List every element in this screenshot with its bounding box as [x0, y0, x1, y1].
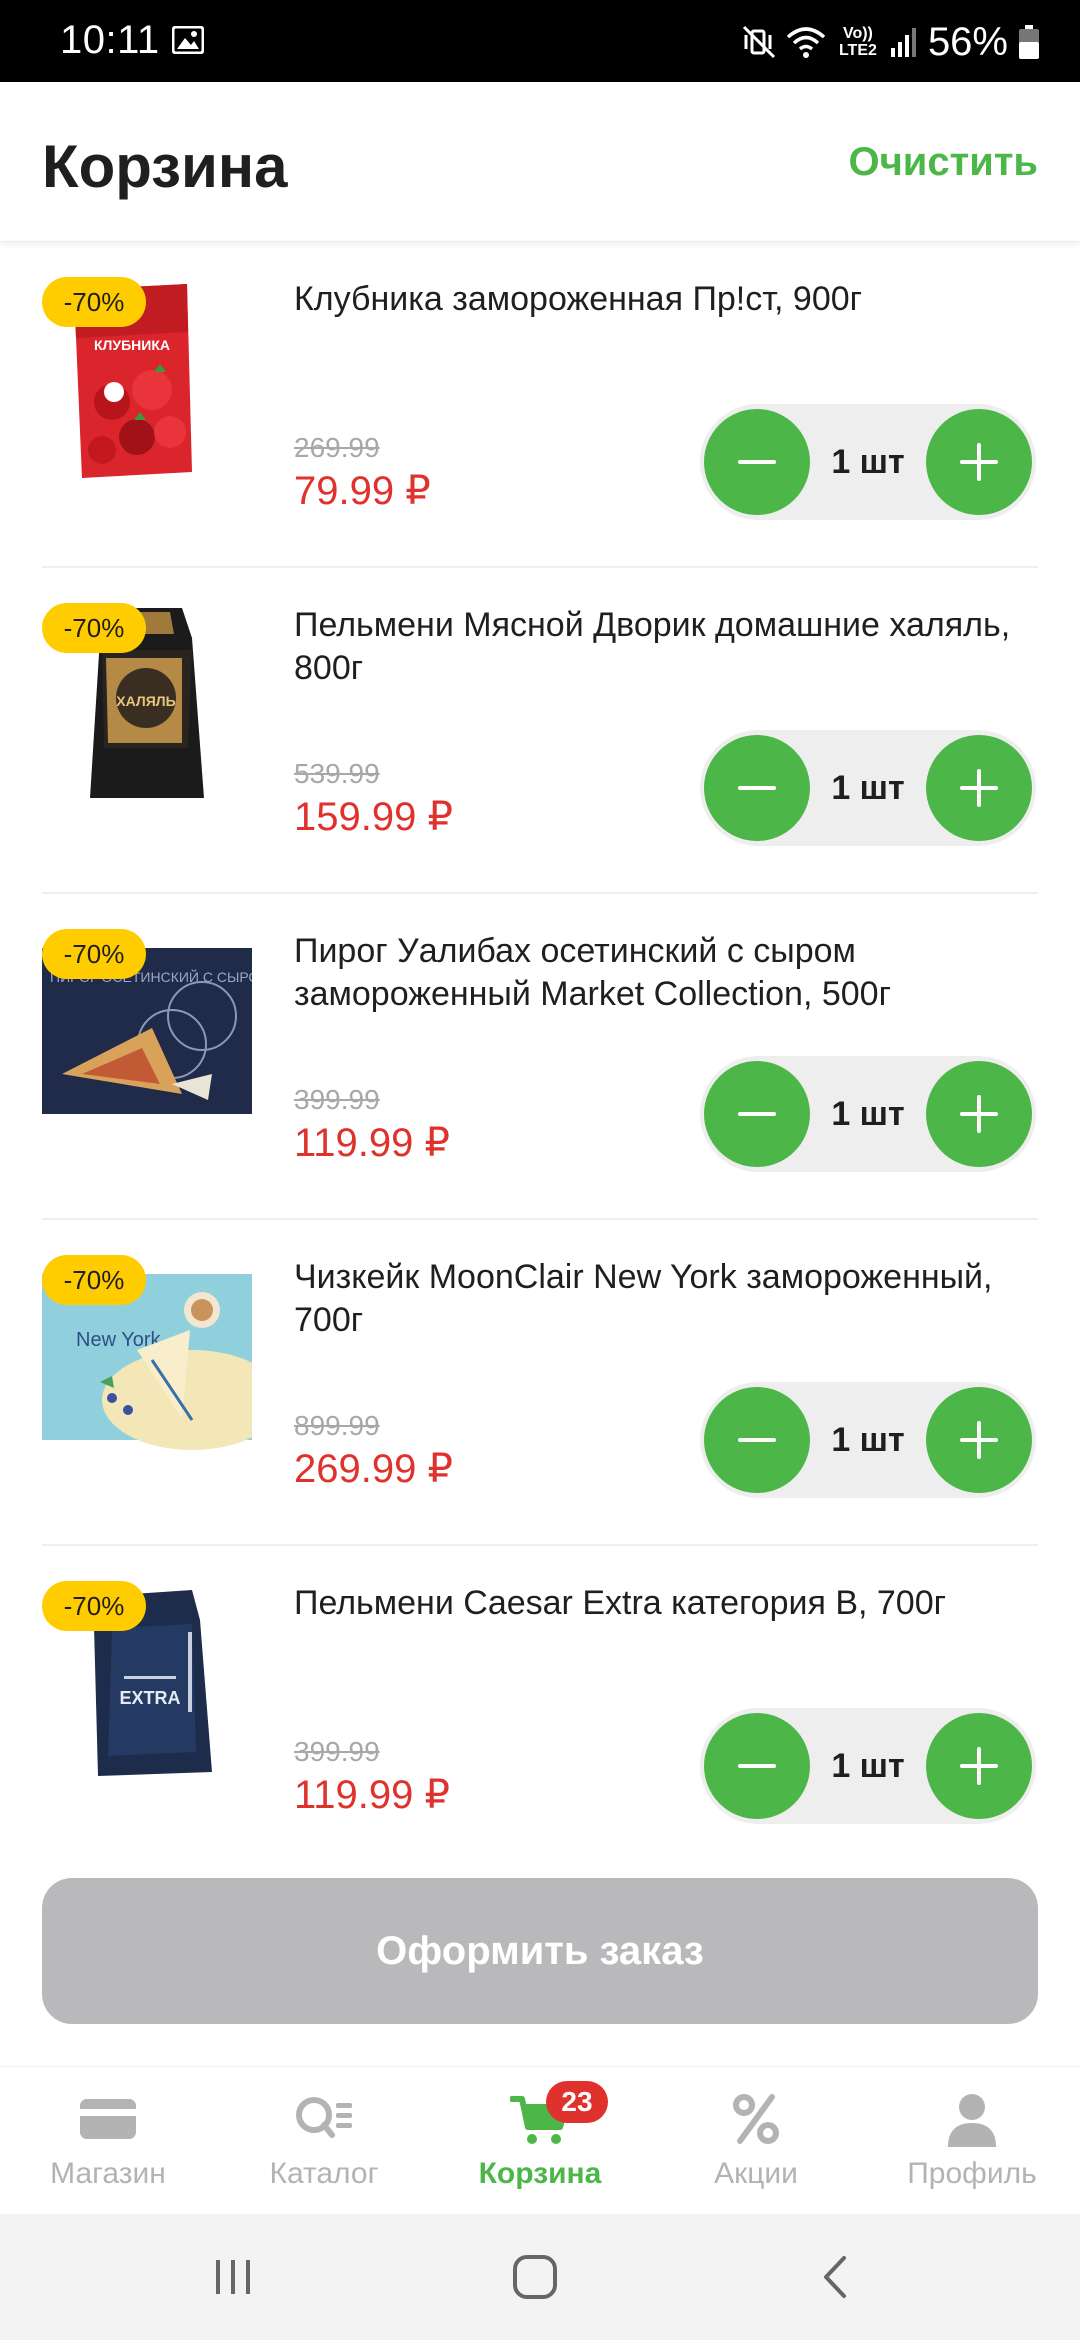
old-price: 269.99 — [294, 432, 380, 463]
old-price: 539.99 — [294, 758, 380, 789]
discount-badge: -70% — [42, 1581, 146, 1631]
increase-quantity-button[interactable] — [926, 1061, 1032, 1167]
quantity-stepper: 1 шт — [700, 1382, 1036, 1498]
cart-items-list[interactable]: КЛУБНИКА -70% Клубника замороженная Пр!с… — [0, 242, 1080, 1872]
discount-badge: -70% — [42, 277, 146, 327]
minus-icon — [738, 1764, 776, 1768]
network-type-label: Vo)) LTE2 — [838, 25, 877, 59]
cart-header: Корзина Очистить — [0, 82, 1080, 242]
cart-item[interactable]: КЛУБНИКА -70% Клубника замороженная Пр!с… — [0, 242, 1080, 568]
decrease-quantity-button[interactable] — [704, 1387, 810, 1493]
nav-label: Магазин — [50, 2157, 166, 2190]
plus-icon — [960, 769, 998, 807]
product-name[interactable]: Пельмени Мясной Дворик домашние халяль, … — [294, 604, 1034, 690]
quantity-stepper: 1 шт — [700, 404, 1036, 520]
discount-badge: -70% — [42, 1255, 146, 1305]
minus-icon — [738, 786, 776, 790]
system-navigation-bar — [0, 2214, 1080, 2340]
decrease-quantity-button[interactable] — [704, 409, 810, 515]
nav-label: Корзина — [478, 2157, 602, 2190]
nav-item-catalog[interactable]: Каталог — [216, 2067, 432, 2215]
battery-percent: 56% — [927, 19, 1008, 64]
nav-item-cart[interactable]: 23 Корзина — [432, 2067, 648, 2215]
cart-item[interactable]: ПИРОГ ОСЕТИНСКИЙ С СЫРОМ «УАЛИБАХ» -70% … — [0, 894, 1080, 1220]
plus-icon — [960, 1421, 998, 1459]
increase-quantity-button[interactable] — [926, 409, 1032, 515]
quantity-value: 1 шт — [831, 768, 905, 807]
old-price: 899.99 — [294, 1410, 380, 1441]
cart-item[interactable]: EXTRA -70% Пельмени Caesar Extra категор… — [0, 1546, 1080, 1872]
nav-item-promotions[interactable]: Акции — [648, 2067, 864, 2215]
quantity-value: 1 шт — [831, 1094, 905, 1133]
checkout-button[interactable]: Оформить заказ — [42, 1878, 1038, 2024]
plus-icon — [960, 443, 998, 481]
increase-quantity-button[interactable] — [926, 1387, 1032, 1493]
status-icons: Vo)) LTE2 56% — [742, 20, 1040, 64]
battery-icon — [1019, 25, 1039, 59]
percent-icon — [733, 2094, 779, 2144]
svg-text:EXTRA: EXTRA — [119, 1688, 180, 1708]
quantity-value: 1 шт — [831, 1746, 905, 1785]
nav-label: Акции — [714, 2157, 798, 2190]
increase-quantity-button[interactable] — [926, 735, 1032, 841]
clear-cart-button[interactable]: Очистить — [848, 140, 1038, 185]
cart-count-badge: 23 — [546, 2081, 608, 2123]
status-bar: 10:11 Vo)) LTE2 56% — [0, 0, 1080, 82]
quantity-value: 1 шт — [831, 442, 905, 481]
decrease-quantity-button[interactable] — [704, 1061, 810, 1167]
home-icon[interactable] — [510, 2252, 560, 2302]
signal-icon — [890, 28, 916, 57]
svg-text:КЛУБНИКА: КЛУБНИКА — [94, 337, 170, 353]
quantity-value: 1 шт — [831, 1420, 905, 1459]
minus-icon — [738, 460, 776, 464]
discount-badge: -70% — [42, 929, 146, 979]
bottom-nav: Магазин Каталог 23 Корзина Акции Профиль — [0, 2066, 1080, 2214]
card-icon — [80, 2099, 136, 2139]
profile-icon — [948, 2094, 996, 2147]
recent-apps-icon[interactable] — [208, 2252, 258, 2302]
nav-label: Каталог — [269, 2157, 379, 2190]
product-name[interactable]: Пельмени Caesar Extra категория В, 700г — [294, 1582, 1034, 1625]
catalog-search-icon — [296, 2097, 352, 2138]
cart-item[interactable]: New York -70% Чизкейк MoonClair New York… — [0, 1220, 1080, 1546]
price: 159.99 ₽ — [294, 795, 453, 839]
product-name[interactable]: Пирог Уалибах осетинский с сыром заморож… — [294, 930, 1034, 1016]
svg-text:ХАЛЯЛЬ: ХАЛЯЛЬ — [116, 693, 175, 709]
nav-item-profile[interactable]: Профиль — [864, 2067, 1080, 2215]
vibrate-mute-icon — [742, 25, 775, 59]
plus-icon — [960, 1095, 998, 1133]
price: 119.99 ₽ — [294, 1121, 450, 1165]
nav-item-shop[interactable]: Магазин — [0, 2067, 216, 2215]
cart-item[interactable]: ХАЛЯЛЬ -70% Пельмени Мясной Дворик домаш… — [0, 568, 1080, 894]
plus-icon — [960, 1747, 998, 1785]
decrease-quantity-button[interactable] — [704, 1713, 810, 1819]
quantity-stepper: 1 шт — [700, 1708, 1036, 1824]
discount-badge: -70% — [42, 603, 146, 653]
price: 269.99 ₽ — [294, 1447, 453, 1491]
quantity-stepper: 1 шт — [700, 1056, 1036, 1172]
old-price: 399.99 — [294, 1084, 380, 1115]
quantity-stepper: 1 шт — [700, 730, 1036, 846]
minus-icon — [738, 1112, 776, 1116]
status-time: 10:11 — [60, 18, 160, 62]
decrease-quantity-button[interactable] — [704, 735, 810, 841]
price: 79.99 ₽ — [294, 469, 431, 513]
nav-label: Профиль — [907, 2157, 1037, 2190]
price: 119.99 ₽ — [294, 1773, 450, 1817]
back-icon[interactable] — [812, 2252, 862, 2302]
gallery-notification-icon — [172, 26, 204, 54]
old-price: 399.99 — [294, 1736, 380, 1767]
minus-icon — [738, 1438, 776, 1442]
wifi-icon — [786, 27, 826, 58]
increase-quantity-button[interactable] — [926, 1713, 1032, 1819]
product-name[interactable]: Клубника замороженная Пр!ст, 900г — [294, 278, 1034, 321]
page-title: Корзина — [42, 133, 288, 200]
product-name[interactable]: Чизкейк MoonClair New York замороженный,… — [294, 1256, 1034, 1342]
